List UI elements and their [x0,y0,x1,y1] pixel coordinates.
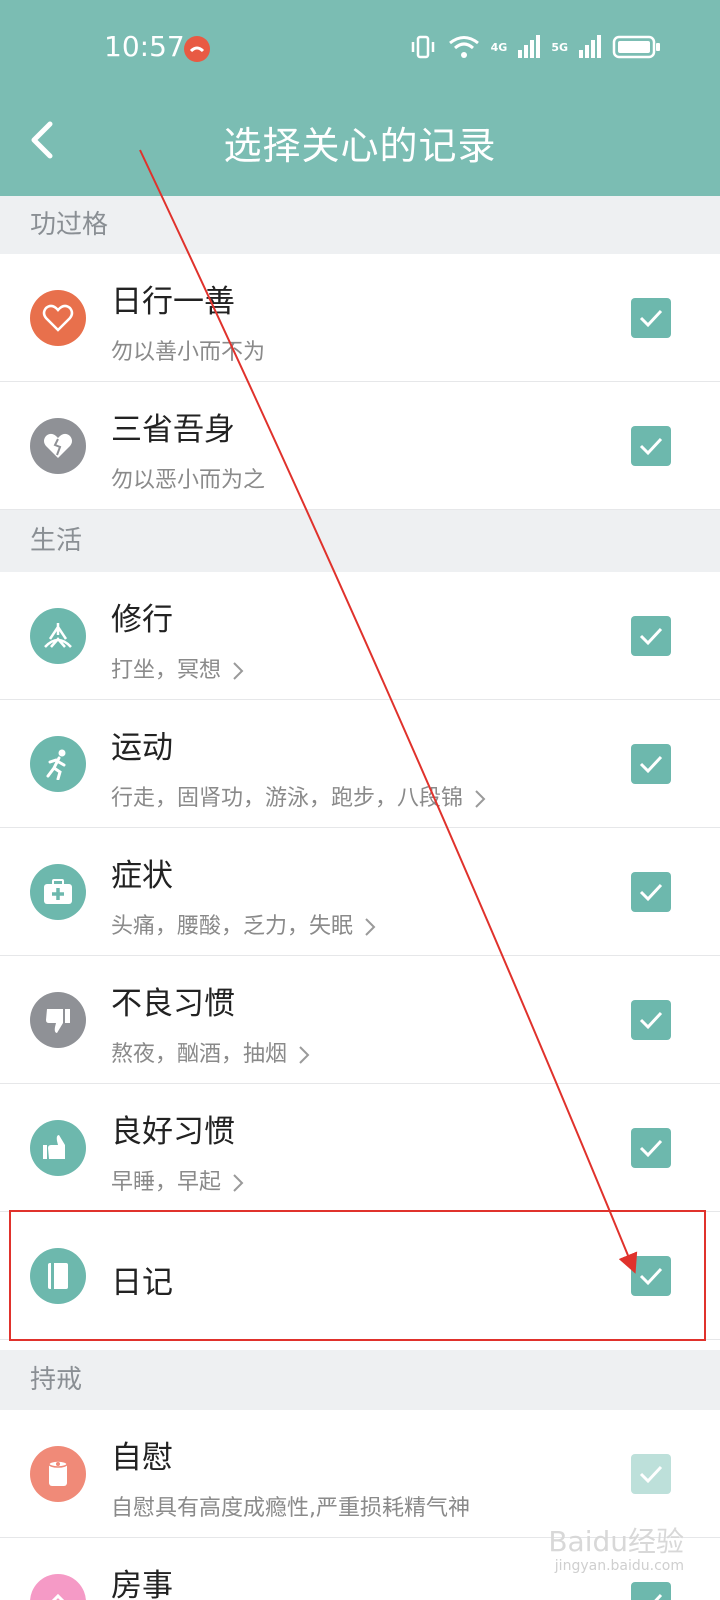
row-subtitle: 勿以恶小而为之 [111,468,266,493]
medical-kit-icon [30,864,86,920]
status-bar: 10:57 4G 5G [0,0,720,96]
chevron-right-icon [233,662,244,680]
checkbox-checked[interactable] [631,1582,671,1600]
row-subtitle: 早睡，早起 [111,1164,245,1196]
chevron-right-icon [299,1046,310,1064]
watermark: Baidu经验 jingyan.baidu.com [548,1525,684,1575]
watermark-brand: Baidu经验 [548,1525,684,1558]
row-subtitle: 行走，固肾功，游泳，跑步，八段锦 [111,780,487,812]
list-item-yundong[interactable]: 运动 行走，固肾功，游泳，跑步，八段锦 [0,700,720,828]
running-icon [30,736,86,792]
status-icons: 4G 5G [409,34,662,60]
checkbox-checked[interactable] [631,616,671,656]
section-header-shenghuo: 生活 [0,510,720,572]
section-header-chijie: 持戒 [0,1350,720,1410]
list-item-zhengzhuang[interactable]: 症状 头痛，腰酸，乏力，失眠 [0,828,720,956]
chevron-right-icon [365,918,376,936]
checkbox-checked[interactable] [631,298,671,338]
battery-icon [612,35,660,59]
checkbox-checked[interactable] [631,872,671,912]
row-title: 修行 [111,602,173,638]
signal-icon-2 [579,35,601,58]
section-title: 持戒 [30,1365,83,1395]
list-item-ziwei[interactable]: 自慰 自慰具有高度成瘾性,严重损耗精气神 [0,1410,720,1538]
row-subtitle: 自慰具有高度成瘾性,严重损耗精气神 [111,1496,470,1521]
row-title: 房事 [111,1568,173,1600]
row-title: 三省吾身 [111,412,235,448]
row-subtitle: 勿以善小而不为 [111,340,266,365]
list-item-rixingyishan[interactable]: 日行一善 勿以善小而不为 [0,254,720,382]
pink-icon [30,1574,86,1600]
vibrate-icon [411,35,434,59]
wifi-icon [448,36,479,58]
row-subtitle: 打坐，冥想 [111,652,245,684]
row-title: 自慰 [111,1440,173,1476]
checkbox-checked[interactable] [631,426,671,466]
row-subtitle: 头痛，腰酸，乏力，失眠 [111,908,377,940]
thumbs-up-icon [30,1120,86,1176]
row-title: 日行一善 [111,284,235,320]
section-title: 功过格 [30,210,109,240]
row-title: 不良习惯 [111,986,235,1022]
row-title: 日记 [111,1265,173,1301]
row-subtitle: 熬夜，酗酒，抽烟 [111,1036,311,1068]
missed-call-icon [184,36,210,62]
network-5g-label: 5G [551,40,568,54]
checkbox-checked[interactable] [631,1256,671,1296]
row-title: 良好习惯 [111,1114,235,1150]
list-item-riji[interactable]: 日记 [0,1212,720,1340]
thumbs-down-icon [30,992,86,1048]
row-title: 运动 [111,730,173,766]
broken-heart-icon [30,418,86,474]
checkbox-checked[interactable] [631,1128,671,1168]
list-item-buliangxiguan[interactable]: 不良习惯 熬夜，酗酒，抽烟 [0,956,720,1084]
status-time: 10:57 [104,30,185,63]
checkbox-checked[interactable] [631,744,671,784]
list-item-sanxingwushen[interactable]: 三省吾身 勿以恶小而为之 [0,382,720,510]
section-title: 生活 [30,526,83,556]
signal-icon [518,35,541,58]
list-item-xiuxing[interactable]: 修行 打坐，冥想 [0,572,720,700]
app-header: 10:57 4G 5G 选择关心的记录 [0,0,720,196]
row-title: 症状 [111,858,173,894]
section-header-gongguoge: 功过格 [0,196,720,254]
diary-icon [30,1248,86,1304]
watermark-url: jingyan.baidu.com [554,1558,684,1574]
page-title: 选择关心的记录 [223,124,497,168]
checkbox-checked[interactable] [631,1000,671,1040]
meditation-icon [30,608,86,664]
network-4g-label: 4G [490,40,508,54]
heart-icon [30,290,86,346]
chevron-right-icon [475,790,486,808]
checkbox-checked-faded[interactable] [631,1454,671,1494]
list-item-lianghaoxiguan[interactable]: 良好习惯 早睡，早起 [0,1084,720,1212]
tissue-roll-icon [30,1446,86,1502]
chevron-right-icon [233,1174,244,1192]
